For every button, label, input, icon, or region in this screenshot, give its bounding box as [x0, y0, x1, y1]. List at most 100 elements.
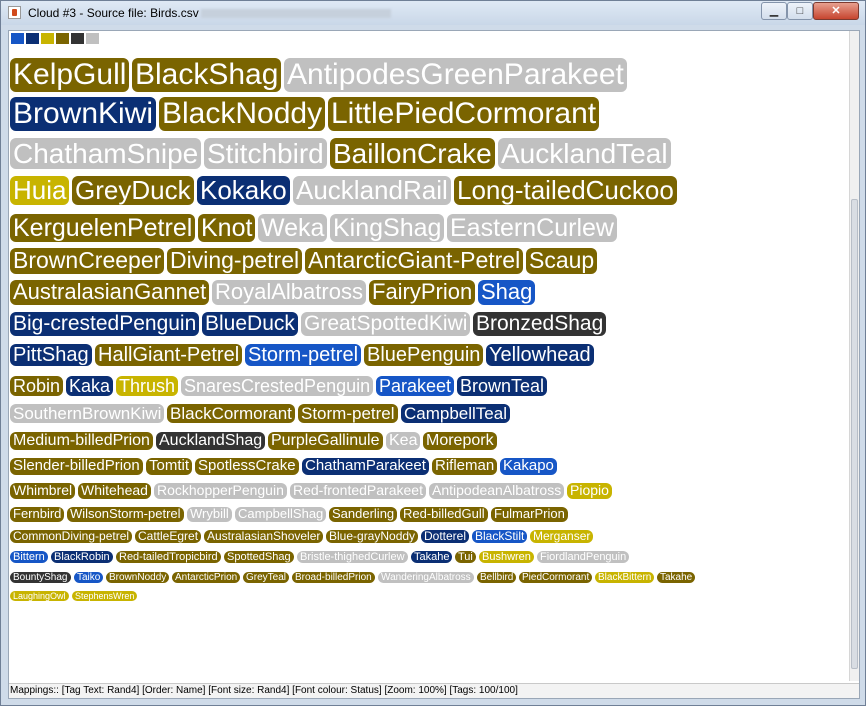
palette-swatch[interactable]: [70, 32, 85, 45]
cloud-tag[interactable]: Wrybill: [187, 506, 232, 522]
cloud-tag[interactable]: FairyPrion: [369, 279, 476, 305]
cloud-tag[interactable]: BlackRobin: [51, 551, 113, 564]
cloud-tag[interactable]: KingShag: [330, 214, 445, 242]
cloud-tag[interactable]: Diving-petrel: [167, 247, 303, 274]
cloud-tag[interactable]: KerguelenPetrel: [10, 214, 196, 242]
cloud-tag[interactable]: SpottedShag: [224, 551, 294, 564]
palette-swatch[interactable]: [85, 32, 100, 45]
cloud-tag[interactable]: AntarcticGiant-Petrel: [305, 247, 524, 274]
cloud-tag[interactable]: BaillonCrake: [330, 138, 495, 170]
cloud-tag[interactable]: RoyalAlbatross: [212, 279, 366, 305]
cloud-tag[interactable]: Bushwren: [479, 551, 534, 564]
cloud-tag[interactable]: Dotterel: [421, 529, 470, 544]
cloud-tag[interactable]: KelpGull: [10, 58, 130, 92]
cloud-tag[interactable]: LittlePiedCormorant: [328, 97, 600, 131]
cloud-tag[interactable]: Takahe: [411, 551, 453, 564]
close-button[interactable]: ✕: [813, 2, 859, 20]
title-bar[interactable]: Cloud #3 - Source file: Birds.csv ▁ □ ✕: [1, 1, 865, 25]
cloud-tag[interactable]: RockhopperPenguin: [154, 482, 287, 499]
cloud-tag[interactable]: Storm-petrel: [298, 404, 398, 424]
palette-swatch[interactable]: [40, 32, 55, 45]
cloud-tag[interactable]: CampbellShag: [235, 506, 327, 522]
cloud-tag[interactable]: PittShag: [10, 344, 92, 367]
cloud-tag[interactable]: Tui: [455, 551, 476, 564]
cloud-tag[interactable]: AucklandShag: [156, 432, 266, 450]
cloud-tag[interactable]: Scaup: [526, 247, 598, 274]
palette-swatch[interactable]: [10, 32, 25, 45]
cloud-tag[interactable]: Long-tailedCuckoo: [454, 175, 677, 206]
cloud-tag[interactable]: Red-billedGull: [400, 506, 488, 522]
cloud-tag[interactable]: HallGiant-Petrel: [95, 344, 243, 367]
cloud-tag[interactable]: Yellowhead: [486, 344, 594, 367]
cloud-tag[interactable]: StephensWren: [72, 591, 138, 602]
cloud-tag[interactable]: Medium-billedPrion: [10, 432, 153, 450]
cloud-tag[interactable]: Bristle-thighedCurlew: [297, 551, 408, 564]
cloud-tag[interactable]: FulmarPrion: [491, 506, 568, 522]
cloud-tag[interactable]: BlackNoddy: [159, 97, 326, 131]
cloud-tag[interactable]: Robin: [10, 376, 64, 397]
cloud-tag[interactable]: BluePenguin: [364, 344, 484, 367]
cloud-tag[interactable]: Blue-grayNoddy: [326, 529, 419, 544]
cloud-tag[interactable]: BlackShag: [132, 58, 282, 92]
cloud-tag[interactable]: Stitchbird: [204, 138, 327, 170]
cloud-tag[interactable]: AustralasianGannet: [10, 279, 210, 305]
cloud-tag[interactable]: FiordlandPenguin: [537, 551, 630, 564]
cloud-tag[interactable]: CattleEgret: [135, 529, 202, 544]
cloud-tag[interactable]: PiedCormorant: [519, 572, 593, 584]
cloud-tag[interactable]: LaughingOwl: [10, 591, 69, 602]
cloud-tag[interactable]: Thrush: [116, 376, 179, 397]
cloud-tag[interactable]: Broad-billedPrion: [292, 572, 375, 584]
cloud-tag[interactable]: GreyDuck: [72, 175, 194, 206]
cloud-tag[interactable]: Weka: [258, 214, 328, 242]
cloud-tag[interactable]: Big-crestedPenguin: [10, 312, 200, 336]
cloud-tag[interactable]: BrownNoddy: [106, 572, 170, 584]
scrollbar-thumb[interactable]: [851, 199, 858, 669]
cloud-tag[interactable]: AucklandTeal: [498, 138, 671, 170]
cloud-tag[interactable]: Slender-billedPrion: [10, 457, 143, 475]
minimize-button[interactable]: ▁: [761, 2, 787, 20]
cloud-tag[interactable]: Bellbird: [477, 572, 517, 584]
cloud-tag[interactable]: AntipodesGreenParakeet: [284, 58, 627, 92]
cloud-tag[interactable]: Kokako: [197, 175, 290, 206]
cloud-tag[interactable]: Sanderling: [329, 506, 398, 522]
cloud-tag[interactable]: AucklandRail: [293, 175, 451, 206]
cloud-tag[interactable]: SouthernBrownKiwi: [10, 404, 165, 424]
cloud-tag[interactable]: BlackStilt: [472, 529, 528, 544]
cloud-tag[interactable]: Storm-petrel: [245, 344, 362, 367]
cloud-tag[interactable]: EasternCurlew: [447, 214, 617, 242]
cloud-tag[interactable]: BlackBittern: [595, 572, 655, 584]
cloud-tag[interactable]: Kaka: [66, 376, 114, 397]
cloud-tag[interactable]: Whimbrel: [10, 482, 76, 499]
cloud-tag[interactable]: Takahe: [657, 572, 696, 584]
cloud-tag[interactable]: Bittern: [10, 551, 48, 564]
cloud-tag[interactable]: CampbellTeal: [401, 404, 510, 424]
cloud-tag[interactable]: Piopio: [567, 482, 612, 499]
cloud-tag[interactable]: PurpleGallinule: [268, 432, 383, 450]
cloud-tag[interactable]: WanderingAlbatross: [378, 572, 474, 584]
cloud-tag[interactable]: ChathamSnipe: [10, 138, 202, 170]
colour-palette[interactable]: [10, 32, 100, 45]
cloud-tag[interactable]: GreyTeal: [243, 572, 290, 584]
cloud-tag[interactable]: Huia: [10, 175, 70, 206]
cloud-tag[interactable]: WilsonStorm-petrel: [67, 506, 184, 522]
cloud-tag[interactable]: SpotlessCrake: [195, 457, 299, 475]
cloud-tag[interactable]: Taiko: [74, 572, 104, 584]
cloud-tag[interactable]: Kakapo: [500, 457, 557, 475]
cloud-tag[interactable]: AustralasianShoveler: [204, 529, 324, 544]
cloud-tag[interactable]: Red-frontedParakeet: [290, 482, 426, 499]
cloud-tag[interactable]: BrownTeal: [457, 376, 548, 397]
vertical-scrollbar[interactable]: [849, 31, 859, 681]
cloud-tag[interactable]: Fernbird: [10, 506, 65, 522]
cloud-tag[interactable]: Morepork: [423, 432, 497, 450]
cloud-tag[interactable]: Red-tailedTropicbird: [116, 551, 221, 564]
cloud-tag[interactable]: BrownCreeper: [10, 247, 165, 274]
palette-swatch[interactable]: [25, 32, 40, 45]
cloud-tag[interactable]: Rifleman: [432, 457, 498, 475]
cloud-tag[interactable]: GreatSpottedKiwi: [301, 312, 471, 336]
cloud-tag[interactable]: Tomtit: [146, 457, 193, 475]
cloud-tag[interactable]: Shag: [478, 279, 536, 305]
cloud-tag[interactable]: ChathamParakeet: [302, 457, 429, 475]
cloud-tag[interactable]: BlueDuck: [202, 312, 298, 336]
cloud-tag[interactable]: AntarcticPrion: [172, 572, 241, 584]
cloud-tag[interactable]: BlackCormorant: [167, 404, 295, 424]
